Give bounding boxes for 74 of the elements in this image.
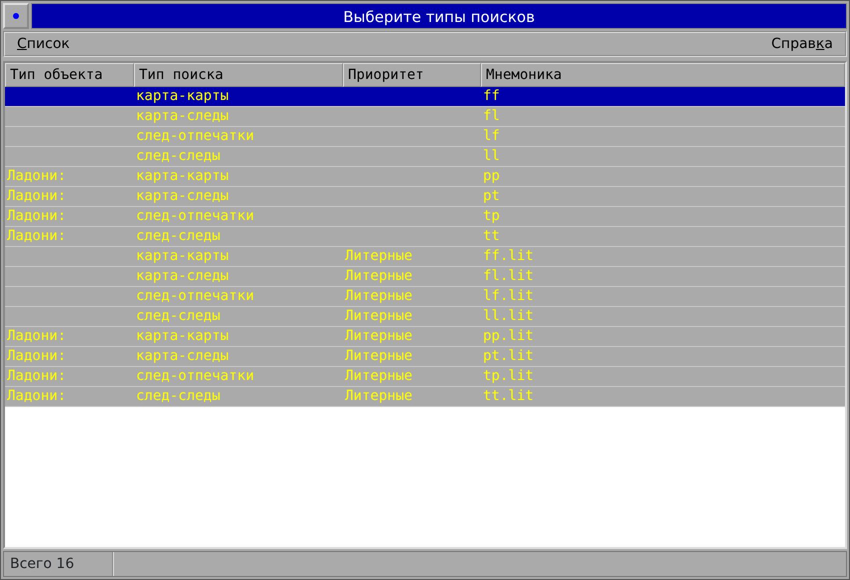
table-cell: след-следы [136, 228, 220, 244]
table-row[interactable]: след-отпечатки lf [5, 127, 845, 147]
table-row[interactable]: карта-следы fl [5, 107, 845, 127]
table-cell: fl [483, 108, 500, 124]
table-cell: tp.lit [483, 368, 534, 384]
table-cell: Литерные [345, 288, 412, 304]
table-cell: Литерные [345, 368, 412, 384]
table-cell: Ладони: [7, 228, 66, 244]
table-cell: tt.lit [483, 388, 534, 404]
window-title: Выберите типы поисков [31, 3, 847, 29]
table-cell: карта-следы [136, 268, 229, 284]
table-cell: tp [483, 208, 500, 224]
table-cell: след-отпечатки [136, 208, 254, 224]
table-row[interactable]: след-следы Литерные ll.lit [5, 307, 845, 327]
table-row[interactable]: след-следы ll [5, 147, 845, 167]
system-menu-button[interactable] [3, 3, 29, 29]
table-cell: lf.lit [483, 288, 534, 304]
table-cell: ll.lit [483, 308, 534, 324]
table-row[interactable]: Ладони: след-отпечатки tp [5, 207, 845, 227]
table-cell: ll [483, 148, 500, 164]
table-row[interactable]: Ладони: карта-следы pt [5, 187, 845, 207]
column-header[interactable]: Мнемоника [481, 63, 845, 87]
table-cell: след-следы [136, 148, 220, 164]
column-header[interactable]: Тип поиска [134, 63, 343, 87]
table-cell: карта-следы [136, 188, 229, 204]
table-cell: Ладони: [7, 328, 66, 344]
table-row[interactable]: след-отпечатки Литерные lf.lit [5, 287, 845, 307]
table-cell: Литерные [345, 248, 412, 264]
table-cell: след-отпечатки [136, 128, 254, 144]
table-cell: след-отпечатки [136, 368, 254, 384]
table-cell: Литерные [345, 348, 412, 364]
table-row[interactable]: Ладони: карта-следы Литерные pt.lit [5, 347, 845, 367]
table-cell: ff.lit [483, 248, 534, 264]
table-cell: Ладони: [7, 388, 66, 404]
table-cell: pt.lit [483, 348, 534, 364]
table-cell: карта-карты [136, 328, 229, 344]
table-cell: карта-карты [136, 168, 229, 184]
table-cell: след-отпечатки [136, 288, 254, 304]
table-cell: tt [483, 228, 500, 244]
menu-item[interactable]: Список [17, 34, 70, 54]
table-cell: Ладони: [7, 208, 66, 224]
table-cell: след-следы [136, 308, 220, 324]
table-cell: карта-следы [136, 348, 229, 364]
status-count: Всего 16 [4, 552, 114, 576]
table-cell: pp.lit [483, 328, 534, 344]
table-cell: карта-следы [136, 108, 229, 124]
table-cell: fl.lit [483, 268, 534, 284]
menu-item[interactable]: Справка [771, 34, 833, 54]
table-cell: карта-карты [136, 88, 229, 104]
table-cell: ff [483, 88, 500, 104]
table-row[interactable]: карта-следы Литерные fl.lit [5, 267, 845, 287]
table-row[interactable]: Ладони: след-отпечатки Литерные tp.lit [5, 367, 845, 387]
column-header[interactable]: Тип объекта [5, 63, 134, 87]
table-cell: след-следы [136, 388, 220, 404]
table-cell: Ладони: [7, 348, 66, 364]
table-cell: Литерные [345, 388, 412, 404]
table-row[interactable]: Ладони: карта-карты pp [5, 167, 845, 187]
column-header[interactable]: Приоритет [343, 63, 481, 87]
table-cell: Литерные [345, 268, 412, 284]
table-cell: Литерные [345, 308, 412, 324]
table-row[interactable]: Ладони: след-следы tt [5, 227, 845, 247]
table-row[interactable]: карта-карты ff [5, 87, 845, 107]
table-cell: Ладони: [7, 368, 66, 384]
dot-icon [13, 13, 19, 19]
table-row[interactable]: Ладони: карта-карты Литерные pp.lit [5, 327, 845, 347]
table-cell: pt [483, 188, 500, 204]
table-cell: Ладони: [7, 168, 66, 184]
table-cell: Ладони: [7, 188, 66, 204]
table-cell: карта-карты [136, 248, 229, 264]
table-cell: lf [483, 128, 500, 144]
table-cell: Литерные [345, 328, 412, 344]
table-row[interactable]: карта-карты Литерные ff.lit [5, 247, 845, 267]
table-row[interactable]: Ладони: след-следы Литерные tt.lit [5, 387, 845, 407]
table-cell: pp [483, 168, 500, 184]
